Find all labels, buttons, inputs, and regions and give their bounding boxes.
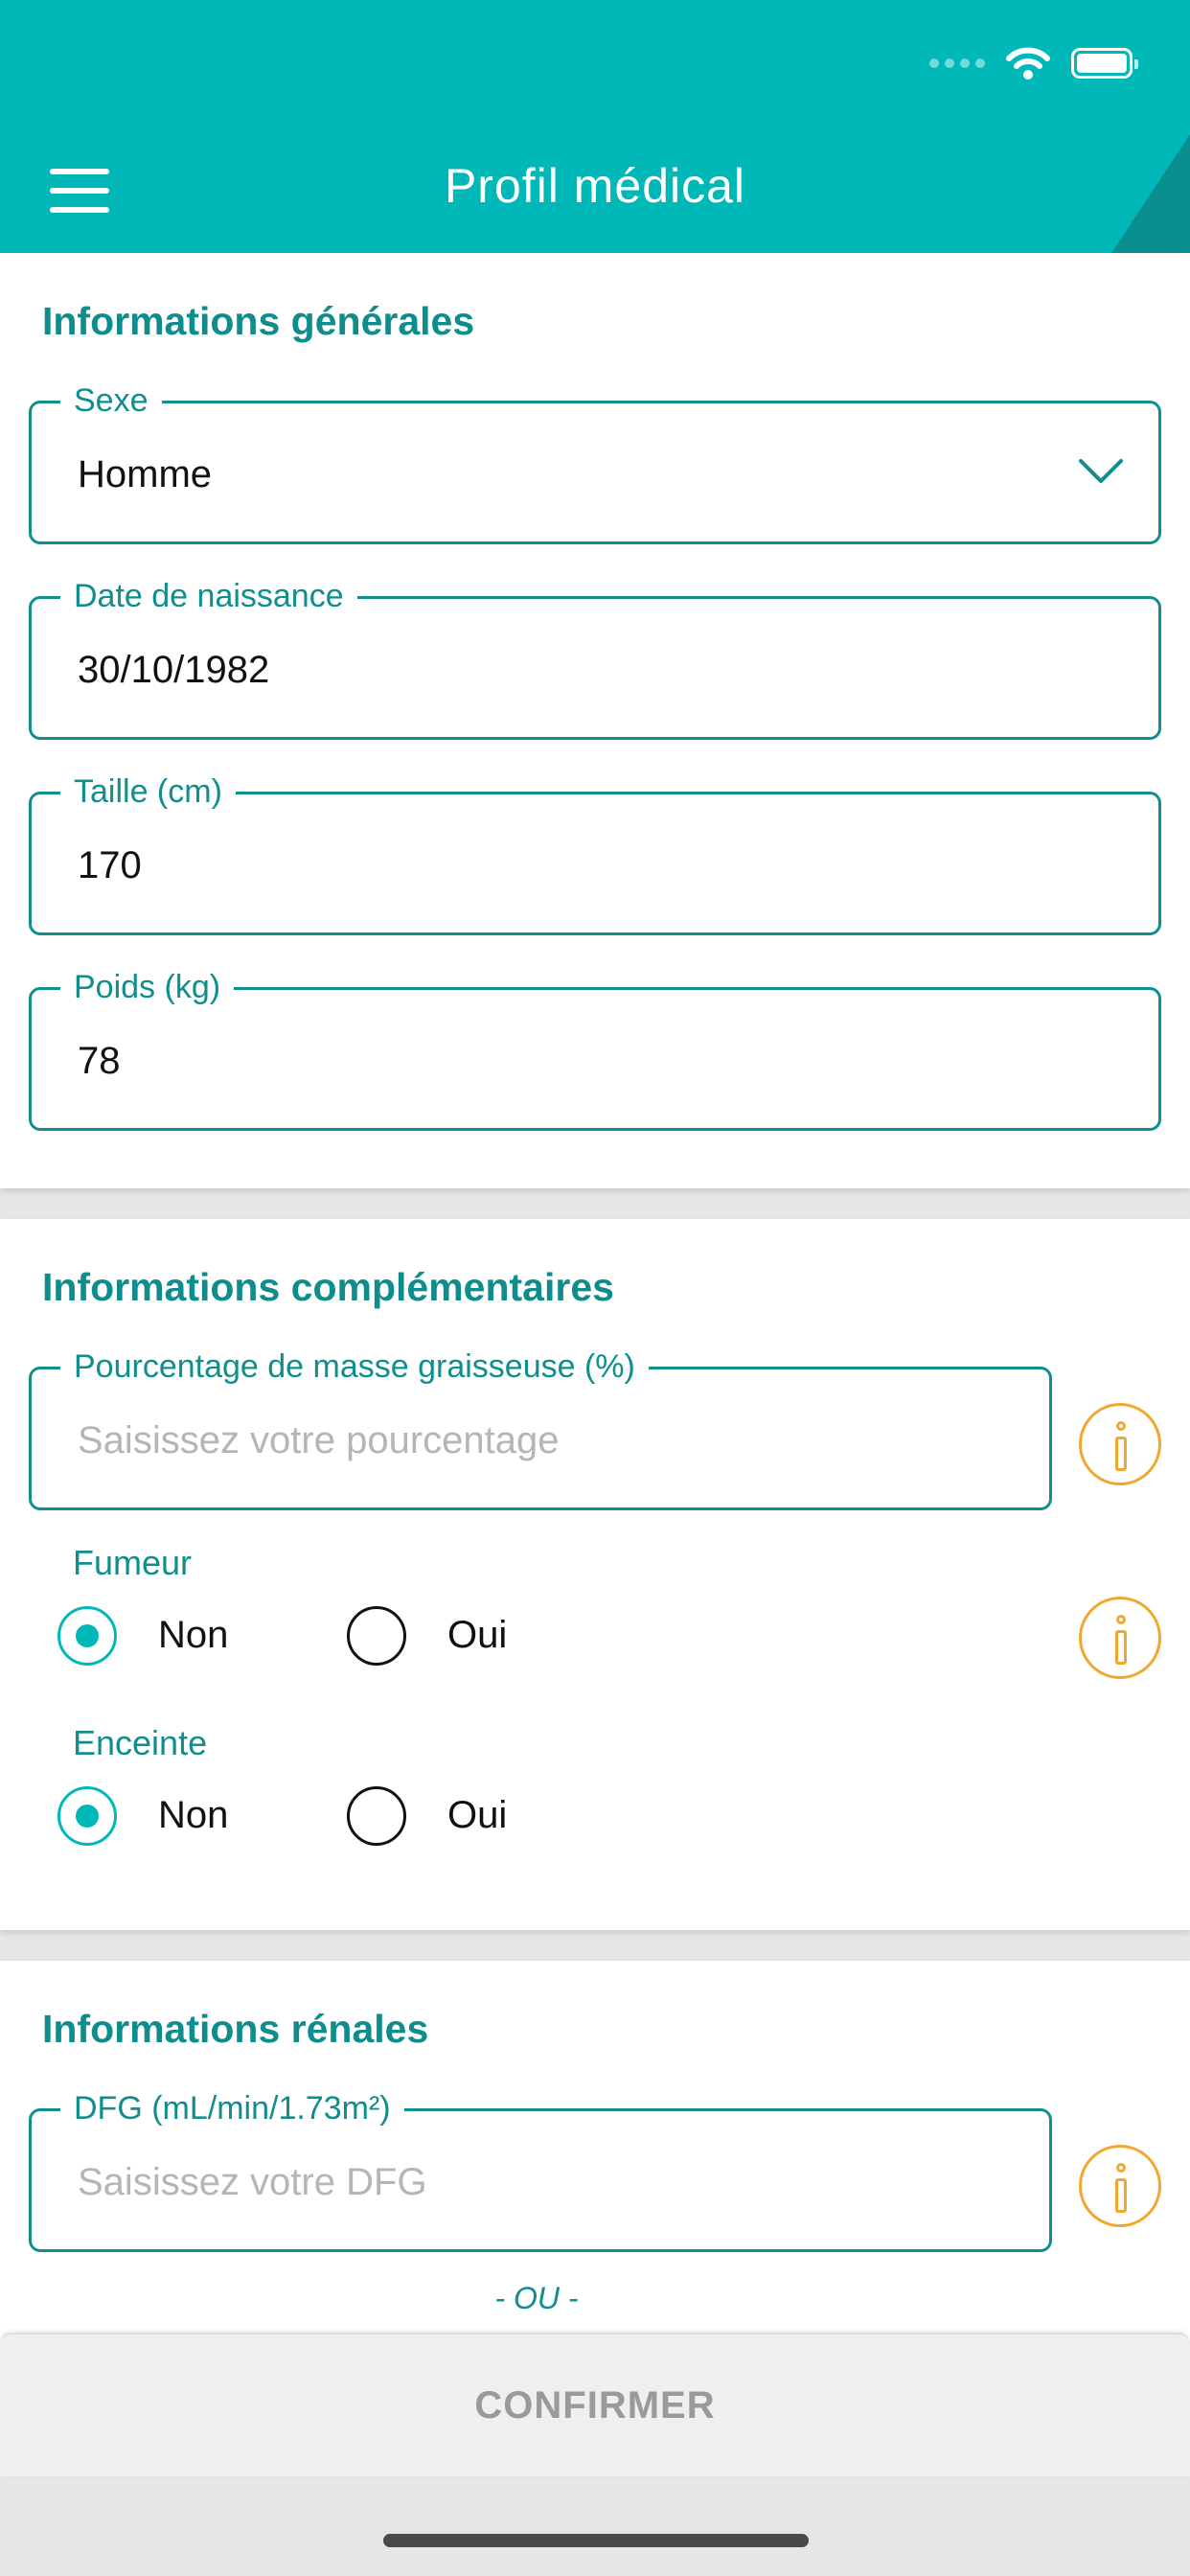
weight-field[interactable]: Poids (kg) 78 (29, 964, 1161, 1131)
fat-percentage-label: Pourcentage de masse graisseuse (%) (60, 1344, 649, 1390)
page-title: Profil médical (444, 159, 746, 213)
general-info-card: Informations générales Sexe Homme Date d… (0, 253, 1190, 1188)
smoker-label: Fumeur (73, 1543, 193, 1582)
sexe-select[interactable]: Sexe Homme (29, 378, 1161, 544)
home-indicator (383, 2534, 809, 2547)
birth-date-label: Date de naissance (60, 573, 357, 619)
sexe-label: Sexe (60, 378, 162, 424)
dfg-label: DFG (mL/min/1.73m²) (60, 2085, 404, 2131)
signal-icon (929, 58, 985, 68)
wifi-icon (1006, 47, 1050, 80)
sexe-value: Homme (78, 453, 213, 495)
app-header: Profil médical (0, 0, 1190, 253)
weight-value: 78 (78, 1040, 121, 1082)
smoker-oui-radio[interactable] (347, 1606, 406, 1666)
header-corner-decoration (1111, 134, 1190, 253)
complementary-info-card: Informations complémentaires Pourcentage… (0, 1219, 1190, 1930)
info-icon[interactable] (1079, 1403, 1161, 1485)
section-title-complementary: Informations complémentaires (42, 1265, 614, 1309)
height-label: Taille (cm) (60, 769, 236, 815)
birth-date-value: 30/10/1982 (78, 649, 270, 691)
dfg-input[interactable]: DFG (mL/min/1.73m²) Saisissez votre DFG (29, 2085, 1052, 2252)
section-title-renal: Informations rénales (42, 2007, 429, 2051)
height-value: 170 (78, 844, 142, 886)
dfg-placeholder: Saisissez votre DFG (78, 2161, 427, 2203)
info-icon[interactable] (1079, 2145, 1161, 2227)
info-icon[interactable] (1079, 1597, 1161, 1679)
pregnant-non-label: Non (158, 1794, 229, 1836)
section-title-general: Informations générales (42, 299, 475, 343)
pregnant-label: Enceinte (73, 1723, 208, 1762)
fat-percentage-input[interactable]: Pourcentage de masse graisseuse (%) Sais… (29, 1344, 1052, 1510)
confirm-button[interactable]: CONFIRMER (0, 2333, 1190, 2476)
fat-percentage-placeholder: Saisissez votre pourcentage (78, 1419, 560, 1461)
status-bar (929, 46, 1138, 80)
pregnant-oui-label: Oui (447, 1794, 508, 1836)
birth-date-field[interactable]: Date de naissance 30/10/1982 (29, 573, 1161, 740)
pregnant-oui-radio[interactable] (347, 1786, 406, 1846)
smoker-non-radio[interactable] (57, 1606, 117, 1666)
or-separator: - OU - (494, 2281, 579, 2315)
pregnant-non-radio[interactable] (57, 1786, 117, 1846)
smoker-non-label: Non (158, 1614, 229, 1656)
weight-label: Poids (kg) (60, 964, 235, 1010)
battery-icon (1071, 48, 1138, 79)
confirm-button-label: CONFIRMER (474, 2384, 716, 2426)
chevron-down-icon (1079, 459, 1123, 483)
smoker-oui-label: Oui (447, 1614, 508, 1656)
height-field[interactable]: Taille (cm) 170 (29, 769, 1161, 935)
